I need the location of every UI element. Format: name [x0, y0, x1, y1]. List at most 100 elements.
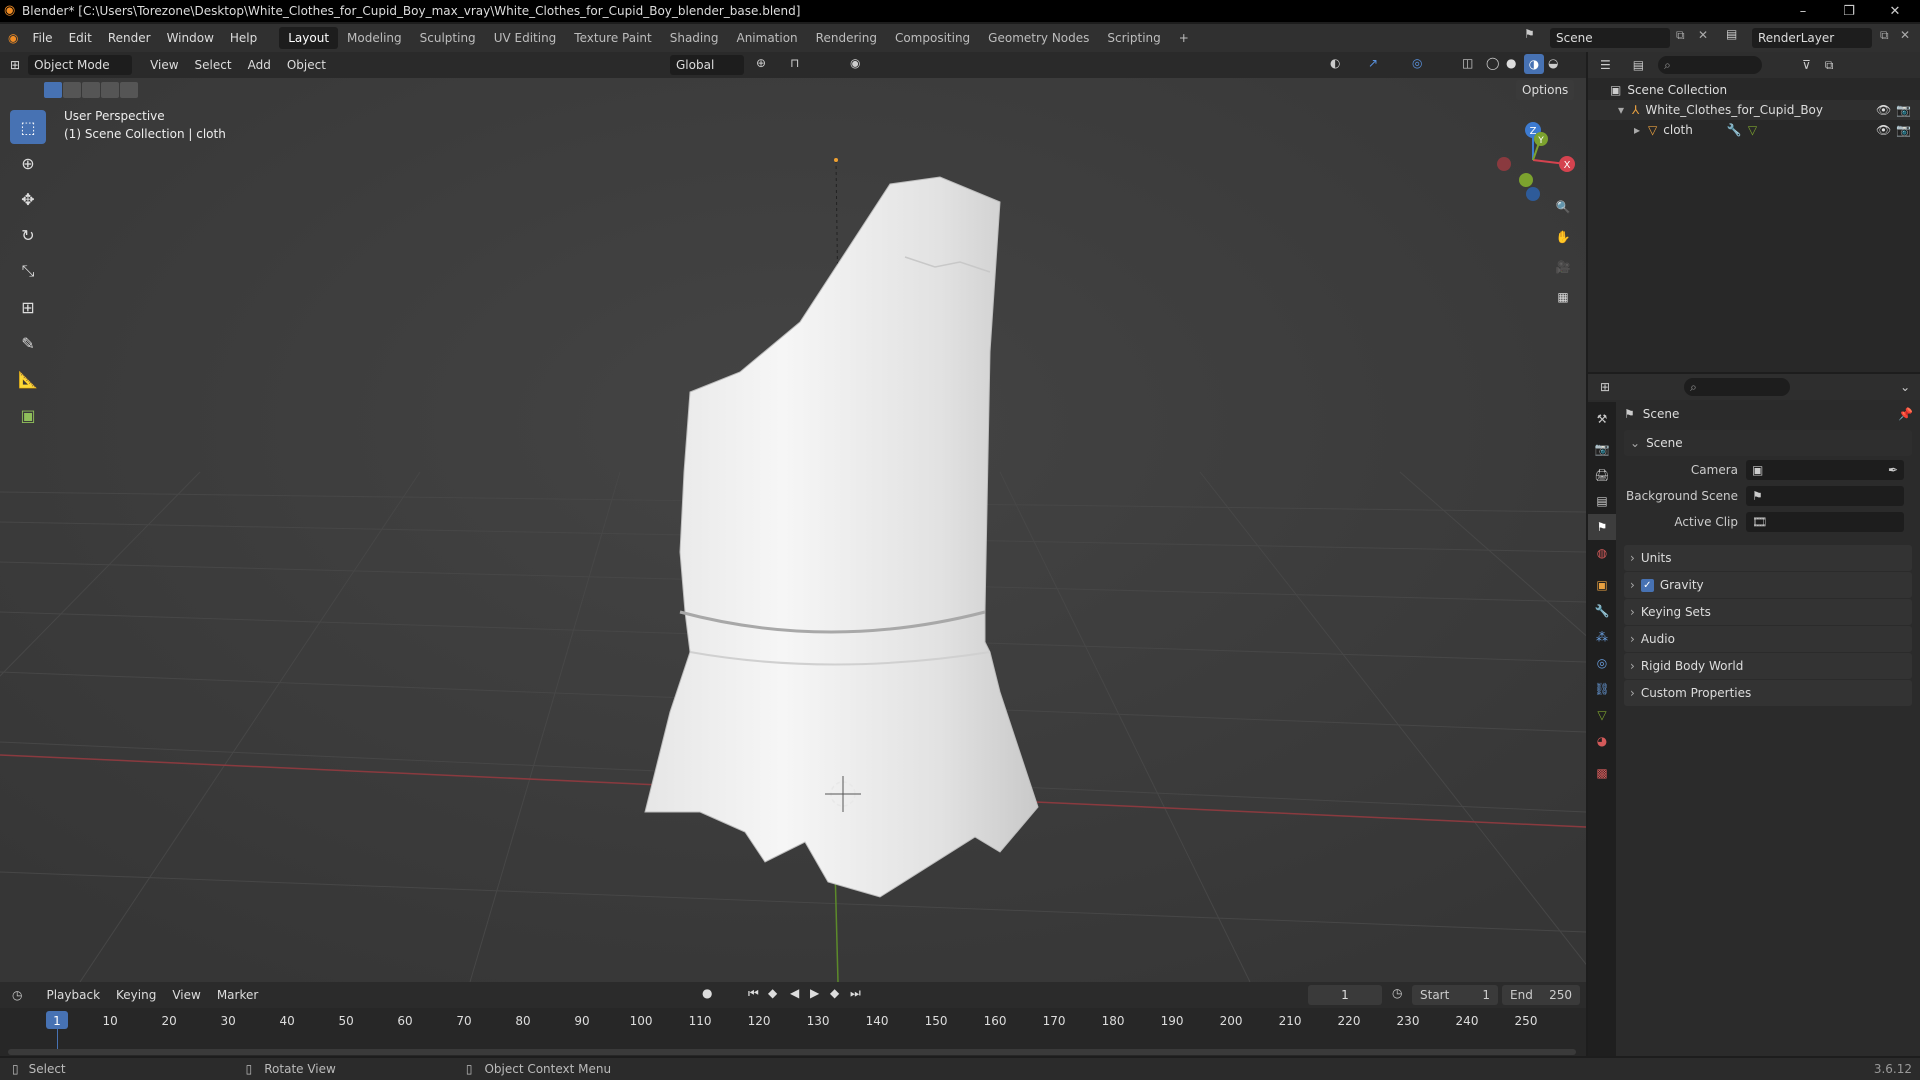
rotate-tool[interactable]: ↻ [10, 218, 46, 252]
new-collection-icon[interactable]: ⧉ [1825, 58, 1834, 73]
menu-add[interactable]: Add [240, 58, 279, 72]
data-tab-icon[interactable]: ▽ [1588, 702, 1616, 728]
properties-search-input[interactable]: ⌕ [1684, 378, 1791, 396]
camera-view-icon[interactable]: 🎥 [1548, 252, 1578, 282]
scene-panel-header[interactable]: ⌄ Scene [1624, 430, 1912, 456]
scene-tab-icon[interactable]: ⚑ [1588, 514, 1616, 540]
properties-options-icon[interactable]: ⌄ [1900, 380, 1910, 394]
new-view-layer-icon[interactable]: ⧉ [1880, 28, 1889, 43]
tab-uv-editing[interactable]: UV Editing [485, 27, 566, 49]
overlay-toggle-icon[interactable]: ◎ [1412, 56, 1422, 70]
menu-select[interactable]: Select [187, 58, 240, 72]
view-layer-selector[interactable]: RenderLayer [1752, 28, 1872, 48]
close-button[interactable]: ✕ [1872, 0, 1918, 22]
outliner-row-cloth[interactable]: ▸ ▽ cloth 🔧 ▽ 👁 📷 [1588, 120, 1920, 140]
filter-icon[interactable]: ⊽ [1802, 58, 1811, 72]
navigation-gizmo[interactable]: Z X Y [1488, 112, 1578, 202]
menu-render[interactable]: Render [100, 27, 159, 49]
gravity-checkbox[interactable]: ✓ [1640, 578, 1654, 592]
tab-animation[interactable]: Animation [727, 27, 806, 49]
render-tab-icon[interactable]: 📷 [1588, 436, 1616, 462]
maximize-button[interactable]: ❐ [1826, 0, 1872, 22]
visibility-icon[interactable]: ◐ [1330, 56, 1340, 70]
pin-icon[interactable]: 📌 [1898, 407, 1913, 421]
mode-selector[interactable]: Object Mode [28, 55, 133, 75]
minimize-button[interactable]: – [1780, 0, 1826, 22]
menu-object[interactable]: Object [279, 58, 334, 72]
menu-view[interactable]: View [142, 58, 186, 72]
expand-arrow-icon[interactable]: ▸ [1634, 123, 1640, 137]
tab-shading[interactable]: Shading [661, 27, 728, 49]
view-layer-tab-icon[interactable]: ▤ [1588, 488, 1616, 514]
physics-tab-icon[interactable]: ◎ [1588, 650, 1616, 676]
options-button[interactable]: Options [1516, 80, 1575, 100]
orientation-selector[interactable]: Global [670, 55, 744, 75]
modifier-tab-icon[interactable]: 🔧 [1588, 598, 1616, 624]
timeline-scrollbar[interactable] [8, 1049, 1576, 1055]
scene-selector[interactable]: Scene [1550, 28, 1670, 48]
keying-sets-panel-header[interactable]: › Keying Sets [1624, 599, 1912, 625]
custom-properties-panel-header[interactable]: › Custom Properties [1624, 680, 1912, 706]
xray-toggle-icon[interactable]: ◫ [1462, 56, 1473, 70]
3d-viewport[interactable]: ⊞ Object Mode View Select Add Object Glo… [0, 52, 1586, 982]
camera-field-input[interactable]: ▣ ✒ [1746, 460, 1904, 480]
outliner-editor-icon[interactable]: ☰ [1600, 58, 1611, 72]
expand-arrow-icon[interactable]: ▾ [1618, 103, 1624, 117]
select-extend-icon[interactable] [63, 82, 81, 98]
rigid-body-world-panel-header[interactable]: › Rigid Body World [1624, 653, 1912, 679]
world-tab-icon[interactable]: ◍ [1588, 540, 1616, 566]
outliner-row-scene-collection[interactable]: ▣ Scene Collection [1588, 80, 1920, 100]
material-tab-icon[interactable]: ◕ [1588, 728, 1616, 754]
background-scene-input[interactable]: ⚑ [1746, 486, 1904, 506]
active-clip-input[interactable]: 🎞 [1746, 512, 1904, 532]
select-subtract-icon[interactable] [82, 82, 100, 98]
add-workspace-button[interactable]: + [1170, 27, 1198, 49]
rendered-shading-icon[interactable]: ◒ [1548, 56, 1558, 70]
units-panel-header[interactable]: › Units [1624, 545, 1912, 571]
gravity-panel-header[interactable]: › ✓ Gravity [1624, 572, 1912, 598]
tab-rendering[interactable]: Rendering [807, 27, 886, 49]
editor-type-icon[interactable]: ⊞ [10, 58, 20, 72]
select-intersect-icon[interactable] [120, 82, 138, 98]
blender-menu-icon[interactable]: ◉ [8, 31, 18, 45]
eyedropper-icon[interactable]: ✒ [1888, 463, 1898, 477]
eye-icon[interactable]: 👁 [1876, 123, 1891, 137]
pivot-icon[interactable]: ⊕ [756, 56, 766, 70]
object-tab-icon[interactable]: ▣ [1588, 572, 1616, 598]
measure-tool[interactable]: 📐 [10, 362, 46, 396]
texture-tab-icon[interactable]: ▩ [1588, 760, 1616, 786]
zoom-icon[interactable]: 🔍 [1548, 192, 1578, 222]
solid-shading-icon[interactable]: ● [1506, 56, 1516, 70]
menu-file[interactable]: File [24, 27, 60, 49]
transform-tool[interactable]: ⊞ [10, 290, 46, 324]
cursor-tool[interactable]: ⊕ [10, 146, 46, 180]
proportional-edit-icon[interactable]: ◉ [850, 56, 860, 70]
outliner-row-white-clothes[interactable]: ▾ ⅄ White_Clothes_for_Cupid_Boy 👁 📷 [1588, 100, 1920, 120]
tab-compositing[interactable]: Compositing [886, 27, 979, 49]
perspective-toggle-icon[interactable]: ▦ [1548, 282, 1578, 312]
snap-icon[interactable]: ⊓ [790, 56, 799, 70]
menu-edit[interactable]: Edit [61, 27, 100, 49]
display-mode-icon[interactable]: ▤ [1633, 58, 1644, 72]
select-invert-icon[interactable] [101, 82, 119, 98]
add-cube-tool[interactable]: ▣ [10, 398, 46, 432]
select-new-icon[interactable] [44, 82, 62, 98]
camera-icon[interactable]: 📷 [1896, 123, 1911, 137]
menu-help[interactable]: Help [222, 27, 265, 49]
wireframe-shading-icon[interactable]: ◯ [1486, 56, 1499, 70]
audio-panel-header[interactable]: › Audio [1624, 626, 1912, 652]
material-shading-icon[interactable]: ◑ [1524, 54, 1544, 74]
delete-scene-icon[interactable]: ✕ [1698, 28, 1708, 42]
scale-tool[interactable]: ⤡ [10, 254, 46, 288]
outliner-search-input[interactable]: ⌕ [1658, 56, 1763, 74]
frame-ruler[interactable]: 1 10 20 30 40 50 60 70 80 90 100 110 120 130 140 150 160… [0, 982, 1586, 1056]
camera-icon[interactable]: 📷 [1896, 103, 1911, 117]
new-scene-icon[interactable]: ⧉ [1676, 28, 1685, 43]
move-tool[interactable]: ✥ [10, 182, 46, 216]
menu-window[interactable]: Window [159, 27, 222, 49]
gizmo-toggle-icon[interactable]: ↗ [1368, 56, 1378, 70]
tab-scripting[interactable]: Scripting [1098, 27, 1169, 49]
particles-tab-icon[interactable]: ⁂ [1588, 624, 1616, 650]
properties-editor-icon[interactable]: ⊞ [1600, 380, 1610, 394]
select-box-tool[interactable]: ⬚ [10, 110, 46, 144]
